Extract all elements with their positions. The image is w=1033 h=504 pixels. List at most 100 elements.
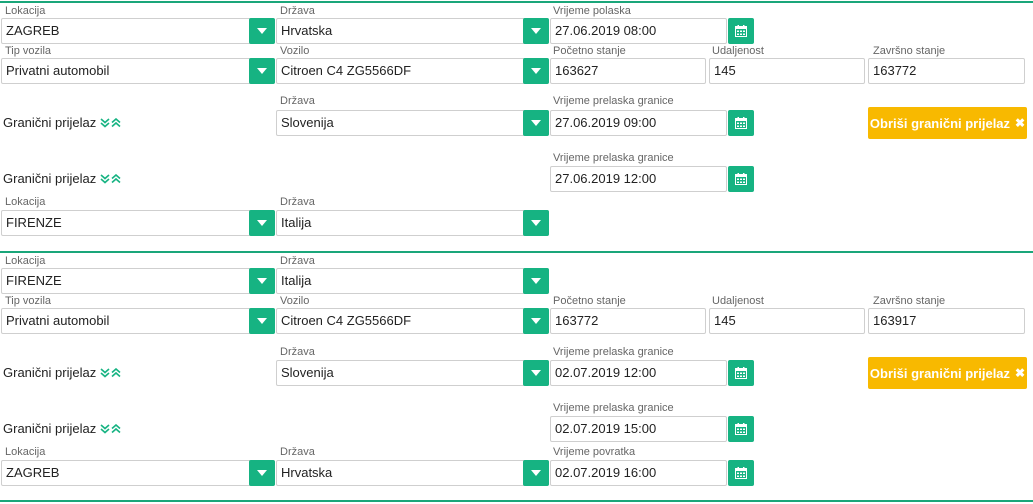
border-crossing-label: Granični prijelaz bbox=[3, 365, 97, 380]
departure-value: 27.06.2019 08:00 bbox=[555, 23, 657, 38]
end-location-value: ZAGREB bbox=[6, 465, 60, 480]
return-time-value: 02.07.2019 16:00 bbox=[555, 465, 657, 480]
delete-border-crossing-label: Obriši granični prijelaz bbox=[869, 365, 1011, 381]
start-country-value: Italija bbox=[281, 273, 312, 288]
vehicle-select[interactable]: Citroen C4 ZG5566DF bbox=[276, 308, 549, 334]
delete-border-crossing-button[interactable]: Obriši granični prijelaz ✖ bbox=[868, 107, 1027, 139]
vehicle-type-select[interactable]: Privatni automobil bbox=[1, 58, 275, 84]
dropdown-button[interactable] bbox=[523, 110, 549, 136]
chevron-double-up-icon[interactable] bbox=[111, 174, 121, 184]
border-crossing-toggle[interactable]: Granični prijelaz bbox=[3, 115, 121, 131]
dropdown-button[interactable] bbox=[523, 460, 549, 486]
delete-border-crossing-button[interactable]: Obriši granični prijelaz ✖ bbox=[868, 357, 1027, 389]
distance-value: 145 bbox=[714, 313, 736, 328]
crossing-country-select[interactable]: Slovenija bbox=[276, 110, 549, 136]
end-country-select[interactable]: Italija bbox=[276, 210, 549, 236]
end-odometer-value: 163917 bbox=[873, 313, 917, 328]
distance-input[interactable]: 145 bbox=[709, 308, 865, 334]
label-vehicle-type: Tip vozila bbox=[5, 295, 52, 307]
dropdown-button[interactable] bbox=[523, 308, 549, 334]
start-odometer-value: 163772 bbox=[555, 313, 599, 328]
vehicle-value: Citroen C4 ZG5566DF bbox=[281, 313, 412, 328]
start-location-select[interactable]: ZAGREB bbox=[1, 18, 275, 44]
label-end-location: Lokacija bbox=[5, 446, 46, 458]
end-country-select[interactable]: Hrvatska bbox=[276, 460, 549, 486]
end-odometer-input[interactable]: 163772 bbox=[868, 58, 1025, 84]
close-icon: ✖ bbox=[1015, 116, 1026, 130]
chevron-double-up-icon[interactable] bbox=[111, 118, 121, 128]
dropdown-button[interactable] bbox=[249, 268, 275, 294]
crossing-time-value: 27.06.2019 12:00 bbox=[555, 171, 657, 186]
crossing-country-select[interactable]: Slovenija bbox=[276, 360, 549, 386]
triangle-down-icon bbox=[257, 28, 267, 34]
crossing-time-input[interactable]: 27.06.2019 09:00 bbox=[550, 110, 727, 136]
start-location-select[interactable]: FIRENZE bbox=[1, 268, 275, 294]
triangle-down-icon bbox=[531, 220, 541, 226]
vehicle-select[interactable]: Citroen C4 ZG5566DF bbox=[276, 58, 549, 84]
calendar-icon bbox=[735, 117, 747, 129]
crossing-time-input[interactable]: 27.06.2019 12:00 bbox=[550, 166, 727, 192]
crossing-time-input[interactable]: 02.07.2019 12:00 bbox=[550, 360, 727, 386]
chevron-double-down-icon[interactable] bbox=[100, 118, 110, 128]
end-location-select[interactable]: FIRENZE bbox=[1, 210, 275, 236]
border-crossing-toggle[interactable]: Granični prijelaz bbox=[3, 171, 121, 187]
border-crossing-label: Granični prijelaz bbox=[3, 421, 97, 436]
distance-value: 145 bbox=[714, 63, 736, 78]
chevron-double-down-icon[interactable] bbox=[100, 368, 110, 378]
trip-separator-bottom bbox=[0, 500, 1033, 502]
crossing-calendar-button[interactable] bbox=[728, 416, 754, 442]
calendar-icon bbox=[735, 173, 747, 185]
start-odometer-input[interactable]: 163772 bbox=[550, 308, 706, 334]
chevron-double-down-icon[interactable] bbox=[100, 174, 110, 184]
border-crossing-toggle[interactable]: Granični prijelaz bbox=[3, 421, 121, 437]
triangle-down-icon bbox=[257, 278, 267, 284]
label-start-country: Država bbox=[280, 255, 315, 267]
border-crossing-toggle[interactable]: Granični prijelaz bbox=[3, 365, 121, 381]
chevron-double-up-icon[interactable] bbox=[111, 368, 121, 378]
triangle-down-icon bbox=[531, 318, 541, 324]
border-crossing-label: Granični prijelaz bbox=[3, 115, 97, 130]
start-location-value: FIRENZE bbox=[6, 273, 62, 288]
label-departure: Vrijeme polaska bbox=[553, 5, 631, 17]
trip-separator bbox=[0, 251, 1033, 253]
dropdown-button[interactable] bbox=[523, 268, 549, 294]
crossing-calendar-button[interactable] bbox=[728, 166, 754, 192]
dropdown-button[interactable] bbox=[249, 18, 275, 44]
distance-input[interactable]: 145 bbox=[709, 58, 865, 84]
crossing-time-value: 02.07.2019 15:00 bbox=[555, 421, 657, 436]
chevron-double-down-icon[interactable] bbox=[100, 424, 110, 434]
triangle-down-icon bbox=[531, 278, 541, 284]
crossing-calendar-button[interactable] bbox=[728, 110, 754, 136]
end-odometer-input[interactable]: 163917 bbox=[868, 308, 1025, 334]
return-calendar-button[interactable] bbox=[728, 460, 754, 486]
close-icon: ✖ bbox=[1015, 366, 1026, 380]
label-start-country: Država bbox=[280, 5, 315, 17]
return-time-input[interactable]: 02.07.2019 16:00 bbox=[550, 460, 727, 486]
departure-input[interactable]: 27.06.2019 08:00 bbox=[550, 18, 727, 44]
calendar-icon bbox=[735, 367, 747, 379]
label-start-location: Lokacija bbox=[5, 255, 46, 267]
start-odometer-input[interactable]: 163627 bbox=[550, 58, 706, 84]
vehicle-value: Citroen C4 ZG5566DF bbox=[281, 63, 412, 78]
chevron-double-up-icon[interactable] bbox=[111, 424, 121, 434]
label-end-odometer: Završno stanje bbox=[873, 45, 946, 57]
end-location-select[interactable]: ZAGREB bbox=[1, 460, 275, 486]
label-start-location: Lokacija bbox=[5, 5, 46, 17]
dropdown-button[interactable] bbox=[523, 210, 549, 236]
crossing-calendar-button[interactable] bbox=[728, 360, 754, 386]
dropdown-button[interactable] bbox=[523, 18, 549, 44]
dropdown-button[interactable] bbox=[523, 360, 549, 386]
start-country-select[interactable]: Italija bbox=[276, 268, 549, 294]
vehicle-type-select[interactable]: Privatni automobil bbox=[1, 308, 275, 334]
crossing-time-value: 27.06.2019 09:00 bbox=[555, 115, 657, 130]
end-location-value: FIRENZE bbox=[6, 215, 62, 230]
dropdown-button[interactable] bbox=[523, 58, 549, 84]
dropdown-button[interactable] bbox=[249, 210, 275, 236]
departure-calendar-button[interactable] bbox=[728, 18, 754, 44]
label-crossing-time: Vrijeme prelaska granice bbox=[553, 346, 674, 358]
dropdown-button[interactable] bbox=[249, 58, 275, 84]
start-country-select[interactable]: Hrvatska bbox=[276, 18, 549, 44]
dropdown-button[interactable] bbox=[249, 460, 275, 486]
crossing-time-input[interactable]: 02.07.2019 15:00 bbox=[550, 416, 727, 442]
dropdown-button[interactable] bbox=[249, 308, 275, 334]
